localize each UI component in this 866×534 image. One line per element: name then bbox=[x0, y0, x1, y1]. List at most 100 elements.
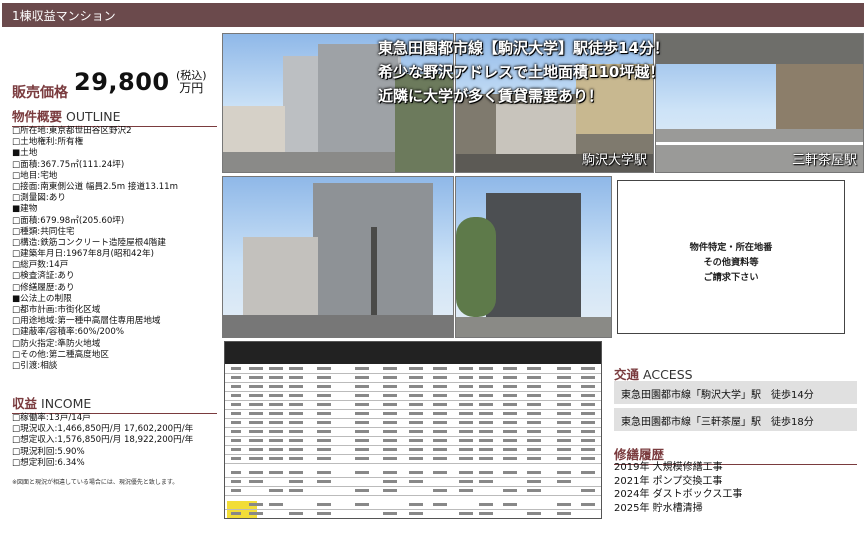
income-line: □稼働率:13戸/14戸 bbox=[12, 413, 91, 423]
table-cell bbox=[355, 367, 369, 370]
table-cell bbox=[289, 439, 303, 442]
table-header bbox=[225, 342, 601, 364]
table-cell bbox=[557, 457, 571, 460]
table-cell bbox=[459, 376, 473, 379]
table-cell bbox=[383, 394, 397, 397]
table-cell bbox=[527, 457, 541, 460]
station-caption-2: 三軒茶屋駅 bbox=[791, 153, 857, 168]
table-cell bbox=[459, 430, 473, 433]
header-bar: 1棟収益マンション bbox=[2, 3, 864, 27]
station-photo-sangenjaya: 三軒茶屋駅 bbox=[655, 33, 864, 173]
table-cell bbox=[249, 412, 263, 415]
outline-line: ■公法上の制限 bbox=[12, 293, 72, 304]
table-cell bbox=[289, 471, 303, 474]
income-line: □想定利回:6.34% bbox=[12, 457, 85, 468]
table-cell bbox=[317, 471, 331, 474]
table-cell bbox=[249, 448, 263, 451]
table-cell bbox=[459, 480, 473, 483]
table-cell bbox=[231, 471, 241, 474]
table-cell bbox=[269, 430, 283, 433]
table-cell bbox=[317, 503, 331, 506]
outline-line: □建蔽率/容積率:60%/200% bbox=[12, 327, 125, 338]
outline-heading-jp: 物件概要 bbox=[12, 109, 63, 124]
table-cell bbox=[527, 439, 541, 442]
table-cell bbox=[409, 403, 423, 406]
repair-history-list: 2019年 大規模修繕工事 2021年 ポンプ交換工事 2024年 ダストボック… bbox=[614, 461, 742, 515]
table-cell bbox=[269, 412, 283, 415]
table-cell bbox=[459, 457, 473, 460]
outline-line: □面積:367.75㎡(111.24坪) bbox=[12, 159, 125, 170]
table-cell bbox=[383, 421, 397, 424]
table-cell bbox=[409, 430, 423, 433]
table-cell bbox=[557, 376, 571, 379]
outline-line: □用途地域:第一種中高層住専用居地域 bbox=[12, 316, 161, 327]
table-cell bbox=[557, 385, 571, 388]
table-cell bbox=[355, 471, 369, 474]
access-route-text: 東急田園都市線「駒沢大学」駅 徒歩14分 bbox=[621, 390, 814, 401]
table-cell bbox=[503, 394, 517, 397]
headline-line-2: 希少な野沢アドレスで土地面積110坪越！ bbox=[378, 63, 665, 81]
price-tax-unit: (税込) 万円 bbox=[176, 69, 207, 95]
income-line: □現況収入:1,466,850円/月 17,602,200円/年 bbox=[12, 424, 194, 435]
table-cell bbox=[557, 394, 571, 397]
outline-line: □建築年月日:1967年8月(昭和42年) bbox=[12, 249, 154, 260]
table-row bbox=[225, 365, 601, 374]
table-cell bbox=[269, 421, 283, 424]
outline-line: □所在地:東京都世田谷区野沢2 bbox=[12, 126, 132, 136]
repair-item: 2021年 ポンプ交換工事 bbox=[614, 475, 723, 487]
table-cell bbox=[289, 421, 303, 424]
table-cell bbox=[459, 385, 473, 388]
page-title: 1棟収益マンション bbox=[12, 9, 116, 23]
table-cell bbox=[355, 430, 369, 433]
table-cell bbox=[383, 403, 397, 406]
headline-line-3: 近隣に大学が多く賃貸需要あり！ bbox=[378, 87, 604, 105]
table-cell bbox=[231, 421, 241, 424]
table-cell bbox=[249, 430, 263, 433]
table-cell bbox=[249, 512, 263, 515]
table-cell bbox=[289, 376, 303, 379]
table-cell bbox=[269, 471, 283, 474]
outline-line: ■建物 bbox=[12, 204, 38, 215]
table-cell bbox=[231, 385, 241, 388]
disclaimer-note: ※図面と現況が相違している場合には、現況優先と致します。 bbox=[12, 479, 179, 486]
access-route-2: 東急田園都市線「三軒茶屋」駅 徒歩18分 bbox=[614, 408, 857, 431]
table-cell bbox=[383, 439, 397, 442]
table-cell bbox=[355, 439, 369, 442]
table-cell bbox=[409, 512, 423, 515]
table-cell bbox=[503, 448, 517, 451]
table-cell bbox=[433, 489, 447, 492]
table-cell bbox=[355, 448, 369, 451]
table-cell bbox=[355, 503, 369, 506]
table-cell bbox=[355, 376, 369, 379]
outline-line: □面積:679.98㎡(205.60坪) bbox=[12, 215, 125, 226]
table-cell bbox=[479, 448, 493, 451]
table-cell bbox=[249, 385, 263, 388]
table-cell bbox=[581, 430, 595, 433]
document-request-box: 物件特定・所在地番 その他資料等 ご請求下さい bbox=[617, 180, 845, 334]
table-cell bbox=[459, 439, 473, 442]
table-cell bbox=[317, 512, 331, 515]
table-cell bbox=[269, 394, 283, 397]
table-cell bbox=[557, 480, 571, 483]
table-cell bbox=[269, 385, 283, 388]
table-cell bbox=[433, 367, 447, 370]
table-cell bbox=[383, 385, 397, 388]
table-cell bbox=[527, 480, 541, 483]
table-cell bbox=[383, 471, 397, 474]
table-cell bbox=[433, 376, 447, 379]
table-cell bbox=[459, 412, 473, 415]
table-cell bbox=[289, 385, 303, 388]
table-cell bbox=[459, 512, 473, 515]
table-cell bbox=[317, 367, 331, 370]
table-cell bbox=[527, 385, 541, 388]
table-cell bbox=[409, 439, 423, 442]
table-cell bbox=[581, 376, 595, 379]
table-cell bbox=[409, 367, 423, 370]
table-cell bbox=[581, 457, 595, 460]
table-cell bbox=[581, 385, 595, 388]
table-cell bbox=[317, 457, 331, 460]
table-cell bbox=[269, 503, 283, 506]
table-cell bbox=[355, 457, 369, 460]
station-caption-1: 駒沢大学駅 bbox=[581, 153, 647, 168]
outline-line: □土地権利:所有権 bbox=[12, 137, 84, 148]
